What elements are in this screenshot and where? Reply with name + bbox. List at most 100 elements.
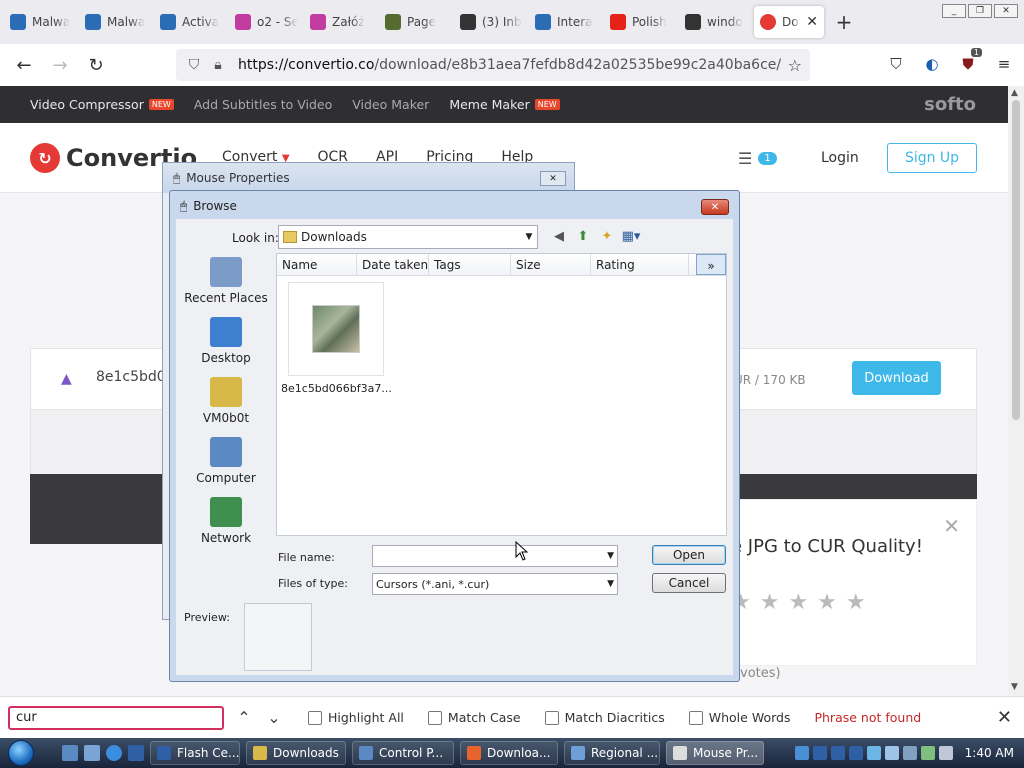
signup-button[interactable]: Sign Up xyxy=(887,143,977,173)
tab-6[interactable]: (3) Inb xyxy=(454,6,529,38)
login-link[interactable]: Login xyxy=(821,150,859,166)
browse-titlebar[interactable]: 🖱︎ Browse xyxy=(170,191,739,221)
mouse-properties-titlebar[interactable]: 🖱︎ Mouse Properties xyxy=(163,163,574,193)
chevron-down-icon[interactable]: ▼ xyxy=(607,551,614,561)
files-of-type-select[interactable]: Cursors (*.ani, *.cur) ▼ xyxy=(372,573,618,595)
flash-tray-icon[interactable] xyxy=(830,746,845,760)
app-tray-icon[interactable] xyxy=(884,746,899,760)
softo-logo[interactable]: softo xyxy=(924,94,976,115)
maximize-button[interactable]: ❐ xyxy=(968,4,992,18)
flash-icon[interactable] xyxy=(128,745,144,761)
file-name-input[interactable]: ▼ xyxy=(372,545,618,567)
internet-explorer-icon[interactable] xyxy=(106,745,122,761)
open-button[interactable]: Open xyxy=(652,545,726,565)
match-case-option[interactable]: Match Case xyxy=(427,710,521,725)
start-button[interactable] xyxy=(0,738,42,768)
file-list[interactable]: Name Date taken Tags Size Rating » 8e1c5bd066… xyxy=(276,253,727,536)
whole-words-checkbox[interactable] xyxy=(688,710,703,725)
new-folder-icon[interactable]: ✦ xyxy=(598,227,616,245)
highlight-all-checkbox[interactable] xyxy=(308,710,322,725)
close-tab-icon[interactable]: ✕ xyxy=(806,14,818,30)
find-previous-button[interactable]: ⌃ xyxy=(234,708,254,727)
place-3[interactable]: Computer xyxy=(176,437,276,485)
volume-tray-icon[interactable] xyxy=(938,746,953,760)
tab-3[interactable]: o2 - Se xyxy=(229,6,304,38)
scroll-thumb[interactable] xyxy=(1012,100,1020,420)
column-header-4[interactable]: Rating xyxy=(591,254,689,275)
find-next-button[interactable]: ⌄ xyxy=(264,708,284,727)
clock[interactable]: 1:40 AM xyxy=(965,746,1014,760)
softo-link-0[interactable]: Video Compressor NEW xyxy=(30,97,174,112)
softo-link-2[interactable]: Video Maker xyxy=(352,97,429,112)
ublock-icon[interactable]: ⛊ 1 xyxy=(958,48,982,74)
scroll-up-icon[interactable]: ▲ xyxy=(1011,88,1018,98)
column-header-2[interactable]: Tags xyxy=(429,254,511,275)
match-case-checkbox[interactable] xyxy=(427,710,442,725)
reload-button[interactable]: ↻ xyxy=(78,49,114,81)
tab-7[interactable]: Intera xyxy=(529,6,604,38)
rating-stars[interactable]: ★★★★★ xyxy=(731,590,875,615)
file-item[interactable]: 8e1c5bd066bf3a7... xyxy=(281,282,392,395)
highlight-all-option[interactable]: Highlight All xyxy=(308,710,404,725)
look-in-combo[interactable]: Downloads ▼ xyxy=(278,225,538,249)
place-2[interactable]: VM0b0t xyxy=(176,377,276,425)
flash-tray-icon[interactable] xyxy=(848,746,863,760)
extension-icon[interactable]: ◐ xyxy=(922,54,942,74)
column-header-1[interactable]: Date taken xyxy=(357,254,429,275)
page-scrollbar[interactable]: ▲ ▼ xyxy=(1008,86,1024,696)
switch-windows-icon[interactable] xyxy=(84,745,100,761)
softo-link-3[interactable]: Meme Maker NEW xyxy=(449,97,560,112)
tab-2[interactable]: Activa xyxy=(154,6,229,38)
taskbar-button-3[interactable]: Downloa... xyxy=(460,741,558,765)
back-button[interactable]: ← xyxy=(6,49,42,81)
taskbar-button-2[interactable]: Control P... xyxy=(352,741,454,765)
security-tray-icon[interactable] xyxy=(866,746,881,760)
view-menu-icon[interactable]: ▦▾ xyxy=(622,227,641,245)
bookmark-star-icon[interactable]: ☆ xyxy=(788,56,802,75)
softo-link-1[interactable]: Add Subtitles to Video xyxy=(194,97,332,112)
cancel-button[interactable]: Cancel xyxy=(652,573,726,593)
layers-button[interactable]: ☰ 1 xyxy=(738,149,777,168)
tab-8[interactable]: Polish xyxy=(604,6,679,38)
chevron-down-icon[interactable]: ▼ xyxy=(607,579,614,589)
tab-0[interactable]: Malwa xyxy=(4,6,79,38)
pocket-icon[interactable]: ⛉ xyxy=(886,54,906,74)
tab-active[interactable]: Dov ✕ xyxy=(754,6,824,38)
close-window-button[interactable]: ✕ xyxy=(994,4,1018,18)
chevron-down-icon[interactable]: ▼ xyxy=(521,232,537,242)
taskbar-button-1[interactable]: Downloads xyxy=(246,741,346,765)
address-bar[interactable]: ⛉ 🔒︎ https://convertio.co/download/e8b31… xyxy=(176,49,810,81)
find-input[interactable]: cur xyxy=(8,705,224,730)
show-desktop-icon[interactable] xyxy=(62,745,78,761)
menu-icon[interactable]: ≡ xyxy=(994,54,1014,74)
browse-close-button[interactable]: ✕ xyxy=(701,199,729,215)
more-columns-button[interactable]: » xyxy=(696,254,726,275)
place-0[interactable]: Recent Places xyxy=(176,257,276,305)
mouse-properties-close-button[interactable]: ✕ xyxy=(540,171,566,186)
taskbar-button-0[interactable]: Flash Ce... xyxy=(150,741,240,765)
flash-tray-icon[interactable] xyxy=(812,746,827,760)
match-diacritics-checkbox[interactable] xyxy=(544,710,559,725)
minimize-button[interactable]: _ xyxy=(942,4,966,18)
forward-button[interactable]: → xyxy=(42,49,78,81)
app-tray-icon[interactable] xyxy=(902,746,917,760)
close-icon[interactable]: ✕ xyxy=(943,514,960,538)
match-diacritics-option[interactable]: Match Diacritics xyxy=(544,710,665,725)
taskbar-button-4[interactable]: Regional ... xyxy=(564,741,660,765)
place-1[interactable]: Desktop xyxy=(176,317,276,365)
network-tray-icon[interactable] xyxy=(920,746,935,760)
url-text[interactable]: https://convertio.co/download/e8b31aea7f… xyxy=(238,57,781,73)
tab-9[interactable]: windo xyxy=(679,6,754,38)
shield-icon[interactable]: ⛉ xyxy=(182,57,206,73)
column-header-3[interactable]: Size xyxy=(511,254,591,275)
up-folder-icon[interactable]: ⬆ xyxy=(574,227,592,245)
lock-icon[interactable]: 🔒︎ xyxy=(206,57,230,73)
close-icon[interactable]: ✕ xyxy=(997,707,1012,728)
whole-words-option[interactable]: Whole Words xyxy=(688,710,790,725)
place-4[interactable]: Network xyxy=(176,497,276,545)
back-arrow-icon[interactable]: ◀ xyxy=(550,227,568,245)
taskbar-button-5[interactable]: Mouse Pr... xyxy=(666,741,764,765)
column-header-0[interactable]: Name xyxy=(277,254,357,275)
tray-icon[interactable] xyxy=(794,746,809,760)
tab-4[interactable]: Załóż xyxy=(304,6,379,38)
